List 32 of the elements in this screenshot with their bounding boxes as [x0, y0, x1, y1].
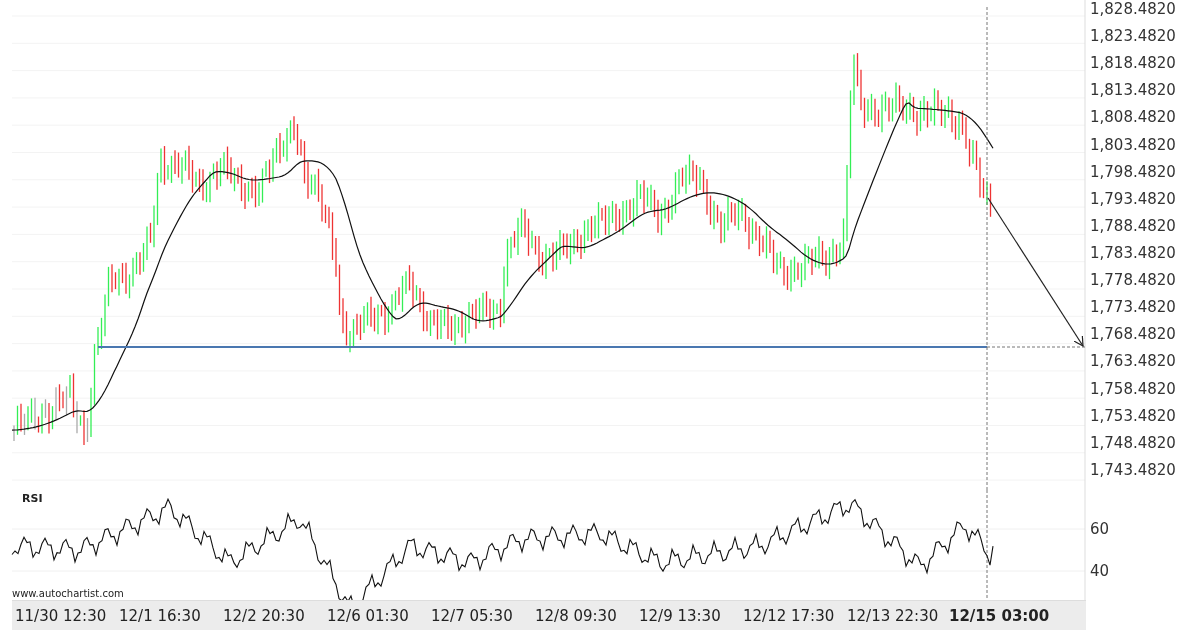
- time-axis-label: 12/2 20:30: [222, 606, 306, 625]
- rsi-label: RSI: [22, 492, 43, 505]
- price-axis-label: 1,793.4820: [1090, 189, 1177, 208]
- price-axis-label: 1,743.4820: [1090, 460, 1177, 479]
- time-axis-label: 12/12 17:30: [742, 606, 836, 625]
- price-axis-label: 1,788.4820: [1090, 216, 1177, 235]
- price-axis-label: 1,823.4820: [1090, 27, 1177, 46]
- price-axis-label: 1,778.4820: [1090, 271, 1177, 290]
- time-axis-label: 12/6 01:30: [326, 606, 410, 625]
- price-axis-label: 1,773.4820: [1090, 298, 1177, 317]
- price-axis-label: 1,808.4820: [1090, 108, 1177, 127]
- time-axis-label: 12/8 09:30: [534, 606, 618, 625]
- time-axis-label: 12/1 16:30: [118, 606, 202, 625]
- price-axis-label: 1,813.4820: [1090, 81, 1177, 100]
- price-axis-label: 1,753.4820: [1090, 406, 1177, 425]
- price-axis-label: 1,803.4820: [1090, 135, 1177, 154]
- price-axis-label: 1,783.4820: [1090, 244, 1177, 262]
- price-axis-label: 1,763.4820: [1090, 352, 1177, 371]
- time-axis-label: 12/13 22:30: [846, 606, 940, 625]
- time-axis-label: 12/15 03:00: [948, 606, 1050, 625]
- price-axis-label: 1,798.4820: [1090, 162, 1177, 181]
- time-axis-label: 11/30 12:30: [14, 606, 108, 625]
- price-axis-label: 1,818.4820: [1090, 54, 1177, 73]
- price-axis-label: 1,748.4820: [1090, 433, 1177, 452]
- price-axis-label: 1,758.4820: [1090, 379, 1177, 398]
- rsi-axis-label: 40: [1090, 562, 1111, 580]
- price-axis-label: 1,768.4820: [1090, 325, 1177, 344]
- price-axis-label: 1,828.4820: [1090, 0, 1177, 18]
- website-credit: www.autochartist.com: [12, 588, 124, 599]
- rsi-axis-label: 60: [1090, 520, 1111, 538]
- time-axis-label: 12/7 05:30: [430, 606, 514, 625]
- time-axis-label: 12/9 13:30: [638, 606, 722, 625]
